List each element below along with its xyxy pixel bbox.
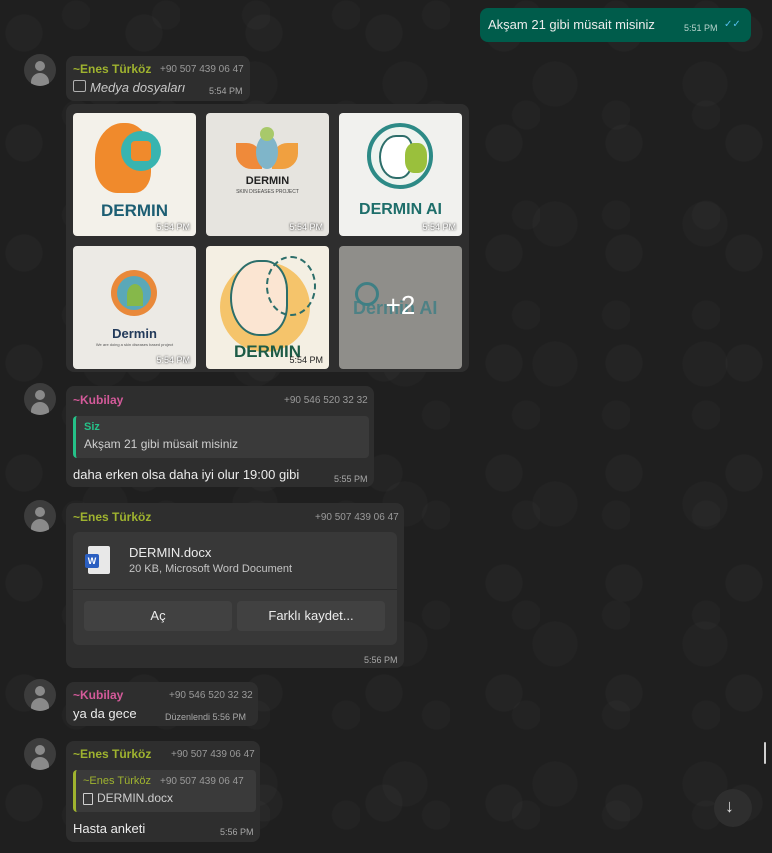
thumbnail-brand: Dermin: [112, 326, 157, 341]
save-as-button[interactable]: Farklı kaydet...: [237, 601, 385, 631]
sender-name[interactable]: ~Enes Türköz: [73, 747, 151, 761]
avatar[interactable]: [24, 500, 56, 532]
media-grid: DERMIN 5:54 PM DERMIN SKIN DISEASES PROJ…: [66, 104, 469, 372]
thumbnail-subtitle: SKIN DISEASES PROJECT: [236, 189, 299, 195]
edited-time: Düzenlendi 5:56 PM: [165, 712, 247, 722]
sender-name[interactable]: ~Enes Türköz: [73, 62, 151, 76]
media-label: Medya dosyaları: [90, 80, 186, 95]
message-text: ya da gece: [73, 706, 137, 721]
more-count: +2: [385, 290, 416, 320]
quote-author: ~Enes Türköz: [83, 775, 151, 787]
sender-phone: +90 507 439 06 47: [315, 512, 399, 523]
quoted-message[interactable]: Siz Akşam 21 gibi müsait misiniz: [73, 416, 369, 458]
sender-phone: +90 546 520 32 32: [284, 395, 368, 406]
sender-name[interactable]: ~Kubilay: [73, 688, 123, 702]
thumbnail-time: 5:54 PM: [422, 222, 456, 232]
sender-phone: +90 546 520 32 32: [169, 690, 253, 701]
media-message-header[interactable]: ~Enes Türköz +90 507 439 06 47 Medya dos…: [66, 56, 250, 101]
read-receipt-icon: ✓✓: [724, 19, 741, 30]
sender-name[interactable]: ~Kubilay: [73, 393, 123, 407]
message-time: 5:51 PM: [684, 23, 718, 33]
document-icon: [83, 793, 93, 805]
message-text: Hasta anketi: [73, 821, 146, 836]
outgoing-message[interactable]: Akşam 21 gibi müsait misiniz 5:51 PM ✓✓: [480, 8, 751, 42]
incoming-reply-message[interactable]: ~Enes Türköz +90 507 439 06 47 ~Enes Tür…: [66, 741, 260, 842]
sender-name[interactable]: ~Enes Türköz: [73, 510, 151, 524]
quote-text: Akşam 21 gibi müsait misiniz: [84, 437, 239, 451]
thumbnail-time: 5:54 PM: [156, 355, 190, 365]
avatar[interactable]: [24, 383, 56, 415]
thumbnail-brand: DERMIN: [245, 175, 290, 187]
document-name: DERMIN.docx: [129, 545, 212, 560]
media-icon: [73, 80, 86, 92]
message-time: 5:56 PM: [364, 655, 398, 665]
message-time: 5:54 PM: [209, 86, 243, 96]
thumbnail-brand: DERMIN AI: [359, 201, 442, 218]
document-message[interactable]: ~Enes Türköz +90 507 439 06 47 W DERMIN.…: [66, 503, 404, 668]
media-thumbnail[interactable]: DERMIN SKIN DISEASES PROJECT 5:54 PM: [206, 113, 329, 236]
open-document-button[interactable]: Aç: [84, 601, 232, 631]
media-thumbnail-more[interactable]: Dermin AI +2: [339, 246, 462, 369]
quote-phone: +90 507 439 06 47: [160, 776, 244, 787]
scrollbar-thumb[interactable]: [764, 742, 766, 764]
media-thumbnail[interactable]: Dermin We are doing a skin diseases base…: [73, 246, 196, 369]
scroll-to-bottom-button[interactable]: ↓: [714, 789, 752, 827]
document-info: 20 KB, Microsoft Word Document: [129, 563, 293, 575]
media-thumbnail[interactable]: DERMIN AI 5:54 PM: [339, 113, 462, 236]
sender-phone: +90 507 439 06 47: [171, 749, 255, 760]
thumbnail-time: 5:54 PM: [289, 222, 323, 232]
incoming-message[interactable]: ~Kubilay +90 546 520 32 32 ya da gece Dü…: [66, 682, 258, 726]
thumbnail-time: 5:54 PM: [289, 355, 323, 365]
quote-file: DERMIN.docx: [97, 791, 174, 805]
thumbnail-subtitle: We are doing a skin diseases based proje…: [95, 342, 174, 347]
sender-phone: +90 507 439 06 47: [160, 64, 244, 75]
message-time: 5:56 PM: [220, 827, 254, 837]
message-time: 5:55 PM: [334, 474, 368, 484]
quote-author: Siz: [84, 421, 100, 433]
thumbnail-brand: DERMIN: [100, 201, 169, 220]
message-text: Akşam 21 gibi müsait misiniz: [488, 17, 655, 32]
word-document-icon: W: [85, 546, 110, 574]
document-card[interactable]: W DERMIN.docx 20 KB, Microsoft Word Docu…: [73, 532, 397, 645]
quoted-message[interactable]: ~Enes Türköz +90 507 439 06 47 DERMIN.do…: [73, 770, 256, 812]
thumbnail-time: 5:54 PM: [156, 222, 190, 232]
arrow-down-icon: ↓: [725, 796, 734, 816]
avatar[interactable]: [24, 738, 56, 770]
message-text: daha erken olsa daha iyi olur 19:00 gibi: [73, 467, 300, 482]
avatar[interactable]: [24, 54, 56, 86]
media-thumbnail[interactable]: DERMIN 5:54 PM: [206, 246, 329, 369]
media-thumbnail[interactable]: DERMIN 5:54 PM: [73, 113, 196, 236]
avatar[interactable]: [24, 679, 56, 711]
incoming-reply-message[interactable]: ~Kubilay +90 546 520 32 32 Siz Akşam 21 …: [66, 386, 374, 487]
